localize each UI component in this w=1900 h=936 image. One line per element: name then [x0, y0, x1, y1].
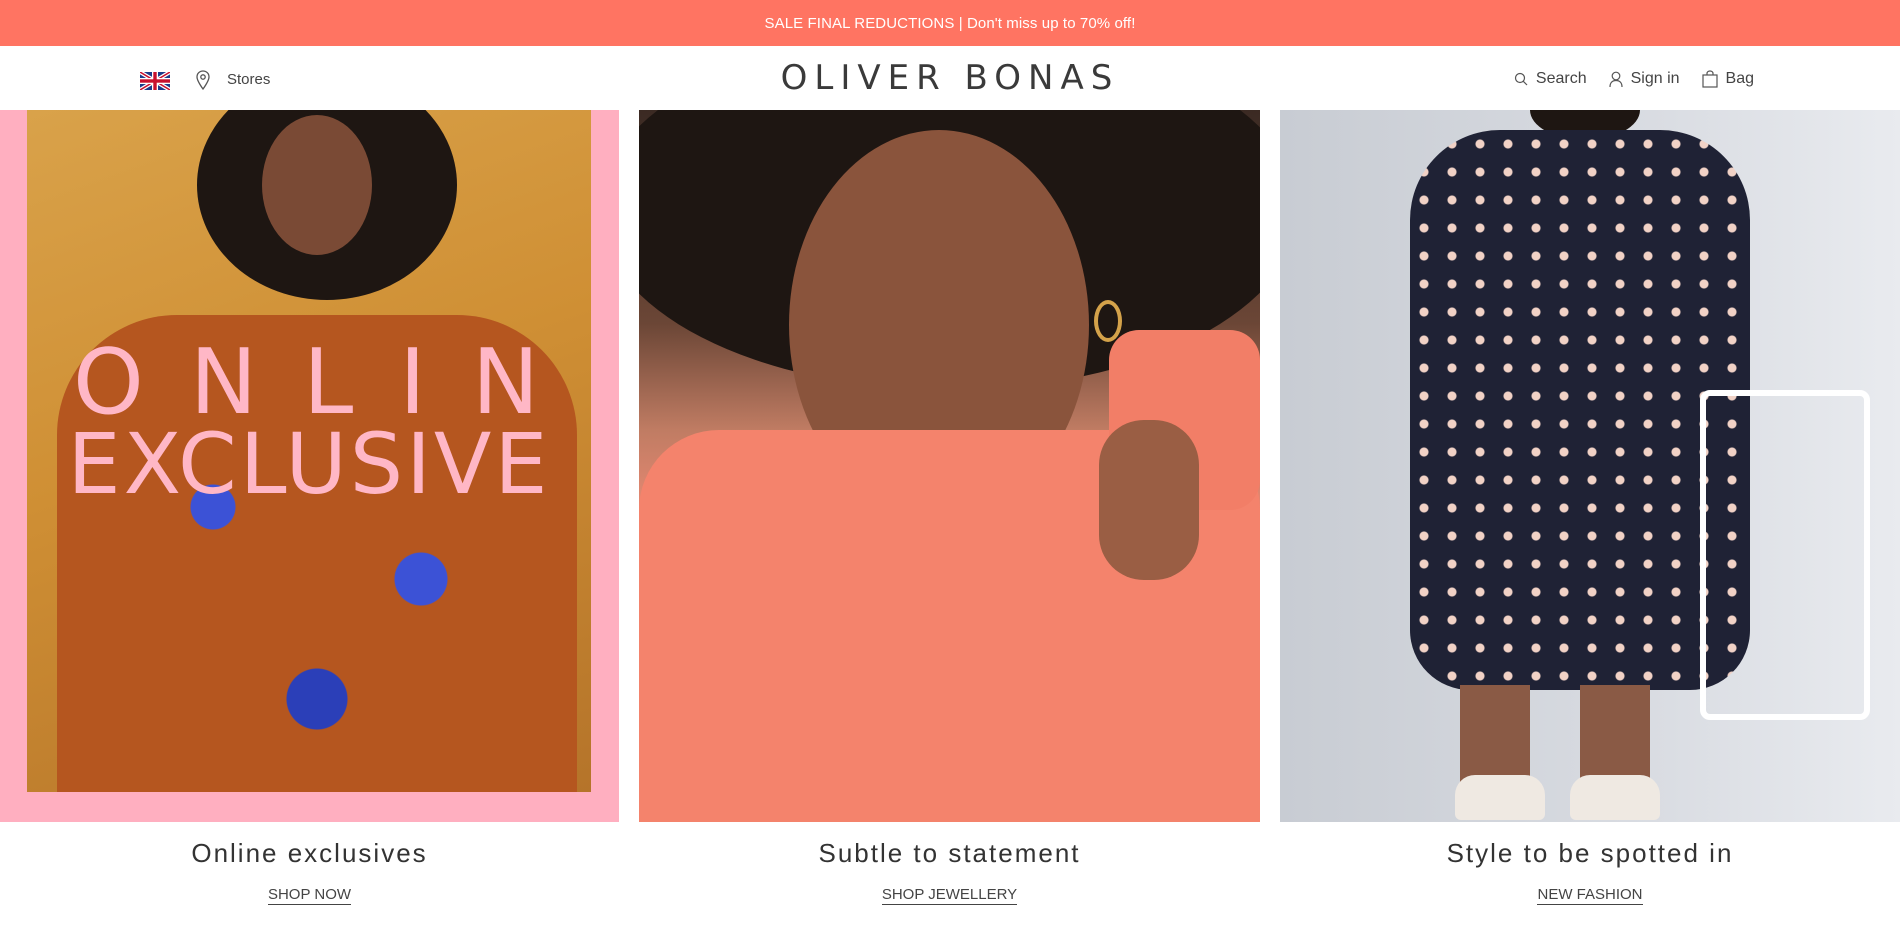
shop-jewellery-link[interactable]: SHOP JEWELLERY	[639, 886, 1260, 905]
search-icon	[1514, 72, 1528, 86]
user-icon	[1609, 71, 1623, 87]
online-exclusives-image[interactable]: ONLINE EXCLUSIVE	[0, 110, 619, 822]
bag-icon	[1701, 70, 1718, 88]
shop-now-label[interactable]: SHOP NOW	[267, 886, 352, 905]
promo-banner[interactable]: SALE FINAL REDUCTIONS | Don't miss up to…	[0, 0, 1900, 46]
fashion-image[interactable]	[1280, 110, 1900, 822]
tile-caption-style-spotted: Style to be spotted in	[1446, 838, 1734, 868]
shop-now-link[interactable]: SHOP NOW	[0, 886, 619, 905]
promo-text[interactable]: SALE FINAL REDUCTIONS | Don't miss up to…	[765, 15, 1136, 32]
bag-button[interactable]: Bag	[1701, 70, 1754, 88]
new-fashion-label[interactable]: NEW FASHION	[1537, 886, 1643, 905]
bag-label: Bag	[1725, 70, 1754, 87]
sign-in-label: Sign in	[1630, 70, 1680, 87]
tile-caption-online-exclusives: Online exclusives	[191, 838, 428, 868]
jewellery-image[interactable]	[639, 110, 1260, 822]
overlay-text-exclusive: EXCLUSIVE	[67, 415, 551, 513]
site-header: Stores OLIVER BONAS Search Sign in Bag	[0, 46, 1900, 110]
search-button[interactable]: Search	[1514, 70, 1587, 88]
sign-in-button[interactable]: Sign in	[1609, 70, 1680, 88]
new-fashion-link[interactable]: NEW FASHION	[1280, 886, 1900, 905]
model-photo-floral-dress: ONLINE EXCLUSIVE	[27, 110, 591, 792]
tile-caption-subtle-statement: Subtle to statement	[818, 838, 1081, 868]
search-label: Search	[1535, 70, 1587, 87]
shop-jewellery-label[interactable]: SHOP JEWELLERY	[881, 886, 1018, 905]
header-actions: Search Sign in Bag	[1514, 70, 1754, 88]
